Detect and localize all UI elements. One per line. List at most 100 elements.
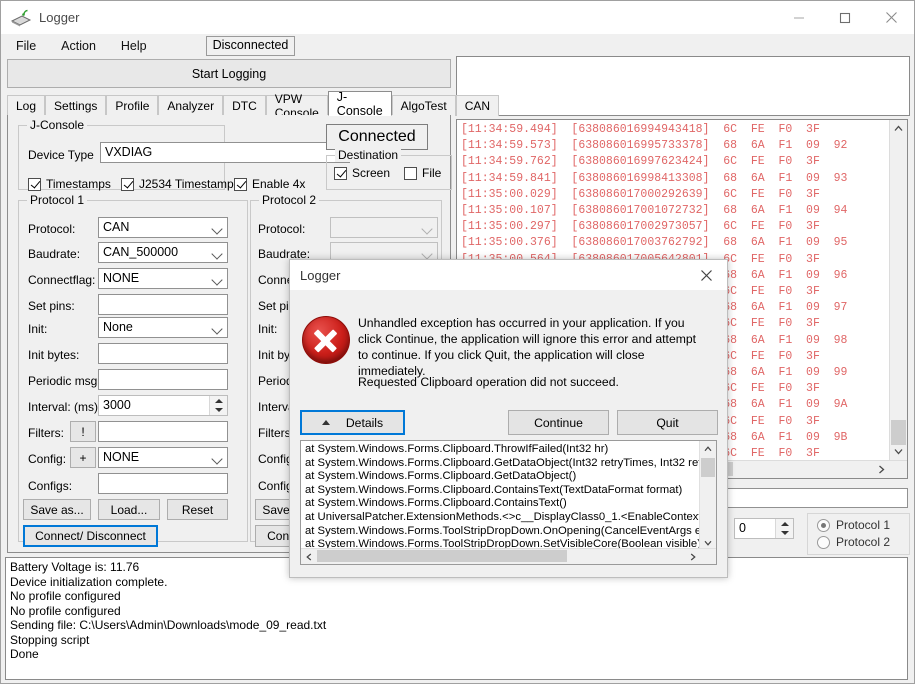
counter-stepper[interactable]: 0 — [734, 518, 794, 539]
hscroll-thumb[interactable] — [317, 550, 567, 562]
p1-protocol-combo[interactable]: CAN — [98, 217, 228, 238]
scroll-down-icon[interactable] — [890, 443, 907, 460]
details-button[interactable]: Details — [300, 410, 405, 435]
p1-connect-disconnect-button[interactable]: Connect/ Disconnect — [23, 525, 158, 547]
scroll-left-icon[interactable] — [301, 549, 316, 564]
p1-init-combo[interactable]: None — [98, 317, 228, 338]
p1-baudrate-label: Baudrate: — [28, 247, 81, 261]
p1-save-as-button[interactable]: Save as... — [23, 499, 91, 520]
spinner-up-icon[interactable] — [776, 519, 793, 529]
scroll-right-icon[interactable] — [873, 461, 890, 478]
dialog-message: Unhandled exception has occurred in your… — [358, 316, 697, 378]
p1-protocol-value: CAN — [103, 220, 130, 234]
trace-vertical-scrollbar[interactable] — [699, 441, 716, 550]
p1-filters-button[interactable]: ! — [70, 421, 96, 442]
close-icon[interactable] — [868, 1, 914, 34]
p1-config-value: NONE — [103, 450, 140, 464]
maximize-icon[interactable] — [822, 1, 868, 34]
tab-log[interactable]: Log — [7, 95, 46, 116]
scroll-right-icon[interactable] — [685, 549, 700, 564]
spinner-down-icon[interactable] — [776, 529, 793, 539]
menu-help[interactable]: Help — [110, 36, 158, 56]
tab-settings[interactable]: Settings — [45, 95, 107, 116]
dialog-title-bar: Logger — [290, 260, 727, 290]
p1-initbytes-input[interactable] — [98, 343, 228, 364]
tab-algotest[interactable]: AlgoTest — [391, 95, 456, 116]
p1-baudrate-combo[interactable]: CAN_500000 — [98, 242, 228, 263]
continue-button[interactable]: Continue — [508, 410, 609, 435]
spinner-up-icon[interactable] — [210, 396, 227, 406]
p1-filters-input[interactable] — [98, 421, 228, 442]
quit-button[interactable]: Quit — [617, 410, 718, 435]
p1-config-label: Config: — [28, 452, 67, 466]
radio-protocol-2-label: Protocol 2 — [836, 535, 891, 549]
dialog-title: Logger — [300, 267, 341, 283]
p1-connectflag-combo[interactable]: NONE — [98, 268, 228, 289]
p1-reset-button[interactable]: Reset — [167, 499, 228, 520]
scroll-thumb[interactable] — [891, 420, 906, 445]
device-type-label: Device Type — [28, 148, 94, 162]
tab-analyzer[interactable]: Analyzer — [158, 95, 224, 116]
log-vertical-scrollbar[interactable] — [889, 120, 907, 478]
p1-load-button[interactable]: Load... — [98, 499, 160, 520]
title-bar: Logger — [1, 1, 914, 34]
scroll-up-icon[interactable] — [700, 441, 716, 456]
protocol2-group-title: Protocol 2 — [259, 193, 320, 207]
dialog-close-icon[interactable] — [685, 260, 727, 290]
tab-profile[interactable]: Profile — [106, 95, 159, 116]
counter-value: 0 — [739, 521, 746, 535]
p1-config-add-button[interactable]: + — [70, 447, 96, 468]
p2-protocol-combo[interactable] — [330, 217, 438, 238]
checkbox-dest-screen-label: Screen — [352, 166, 391, 180]
checkbox-j2534-timestamps-label: J2534 Timestamps — [139, 177, 240, 191]
p1-interval-stepper[interactable]: 3000 — [98, 395, 228, 416]
checkbox-j2534-timestamps[interactable]: J2534 Timestamps — [121, 177, 240, 191]
checkbox-enable-4x[interactable]: Enable 4x — [234, 177, 305, 191]
radio-protocol-2-dot — [817, 535, 830, 549]
p1-interval-spin-buttons[interactable] — [209, 396, 227, 415]
checkbox-dest-file[interactable]: File — [404, 166, 441, 180]
radio-protocol-2[interactable]: Protocol 2 — [817, 535, 890, 549]
unhandled-exception-dialog: Logger Unhandled exception has occurred … — [289, 259, 728, 578]
tab-can[interactable]: CAN — [455, 95, 500, 116]
p2-init-label: Init: — [258, 322, 278, 336]
p1-filters-label: Filters: — [28, 426, 64, 440]
checkbox-dest-screen[interactable]: Screen — [334, 166, 390, 180]
p1-periodic-input[interactable] — [98, 369, 228, 390]
chevron-down-icon — [423, 248, 433, 258]
p2-protocol-label: Protocol: — [258, 222, 306, 236]
spinner-down-icon[interactable] — [210, 406, 227, 416]
chevron-down-icon — [213, 453, 223, 463]
menu-file[interactable]: File — [5, 36, 47, 56]
checkbox-j2534-timestamps-box — [121, 177, 134, 191]
minimize-icon[interactable] — [776, 1, 822, 34]
p1-connectflag-label: Connectflag: — [28, 273, 96, 287]
tab-j-console[interactable]: J-Console — [327, 90, 392, 118]
checkbox-enable-4x-box — [234, 177, 247, 191]
dialog-body: Unhandled exception has occurred in your… — [290, 290, 727, 577]
scroll-up-icon[interactable] — [890, 120, 907, 137]
counter-spin-buttons[interactable] — [775, 519, 793, 538]
device-type-input[interactable]: VXDIAG — [100, 142, 350, 163]
radio-protocol-1[interactable]: Protocol 1 — [817, 518, 890, 532]
tab-dtc[interactable]: DTC — [223, 95, 266, 116]
logger-app-icon — [10, 9, 32, 27]
trace-horizontal-scrollbar[interactable] — [301, 548, 716, 564]
radio-protocol-1-label: Protocol 1 — [836, 518, 891, 532]
scroll-thumb[interactable] — [701, 458, 715, 477]
p1-interval-value: 3000 — [103, 398, 131, 412]
p1-configs-input[interactable] — [98, 473, 228, 494]
menu-action[interactable]: Action — [50, 36, 107, 56]
tab-strip: Log Settings Profile Analyzer DTC VPW Co… — [7, 90, 500, 120]
top-right-output-panel[interactable] — [456, 56, 910, 116]
p1-config-combo[interactable]: NONE — [98, 447, 228, 468]
stack-trace-box[interactable]: at System.Windows.Forms.Clipboard.ThrowI… — [300, 440, 717, 565]
p1-init-value: None — [103, 320, 133, 334]
tab-vpw-console[interactable]: VPW Console — [265, 92, 328, 120]
checkbox-dest-screen-box — [334, 166, 347, 180]
radio-protocol-1-dot — [817, 518, 830, 532]
start-logging-button[interactable]: Start Logging — [7, 59, 451, 88]
p1-setpins-input[interactable] — [98, 294, 228, 315]
checkbox-timestamps[interactable]: Timestamps — [28, 177, 111, 191]
p1-interval-label: Interval: (ms) — [28, 400, 99, 414]
